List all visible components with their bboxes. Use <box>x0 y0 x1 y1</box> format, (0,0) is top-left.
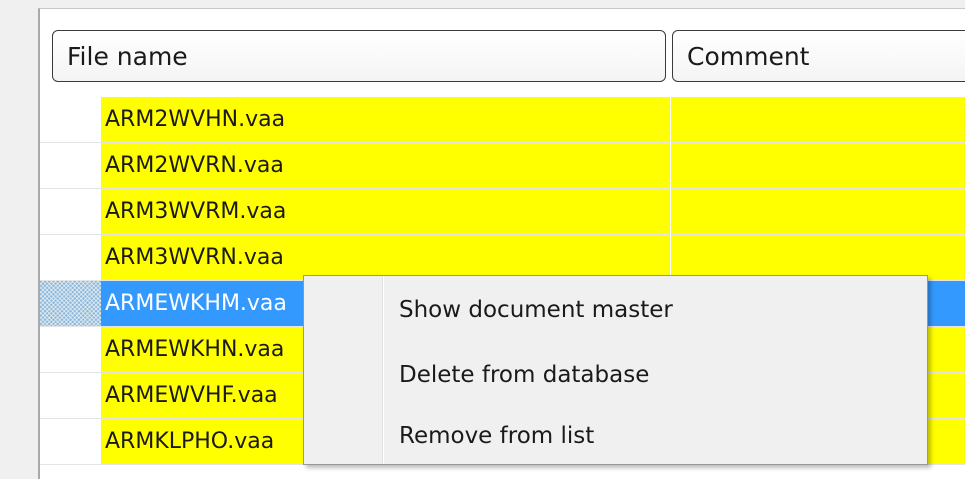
row-indicator[interactable] <box>40 97 101 142</box>
file-list-window: File name Comment ARM2WVHN.vaa ARM2WVRN.… <box>0 0 965 479</box>
column-header-file-name[interactable]: File name <box>52 30 666 82</box>
row-indicator-selected[interactable] <box>40 281 101 326</box>
table-row[interactable]: ARM3WVRM.vaa <box>40 189 965 235</box>
menu-item-delete-from-database[interactable]: Delete from database <box>399 346 649 404</box>
context-menu: Show document master Delete from databas… <box>303 275 928 465</box>
cell-file-name[interactable]: ARM3WVRN.vaa <box>101 235 670 280</box>
cell-file-name[interactable]: ARM3WVRM.vaa <box>101 189 670 234</box>
cell-comment[interactable] <box>671 189 965 234</box>
cell-comment[interactable] <box>671 143 965 188</box>
cell-file-name[interactable]: ARM2WVRN.vaa <box>101 143 670 188</box>
row-indicator[interactable] <box>40 189 101 234</box>
grid-header: File name Comment <box>40 9 965 97</box>
table-row[interactable]: ARM2WVRN.vaa <box>40 143 965 189</box>
column-header-comment-label: Comment <box>687 41 810 71</box>
cell-comment[interactable] <box>671 97 965 142</box>
menu-item-show-document-master[interactable]: Show document master <box>399 281 673 339</box>
row-indicator[interactable] <box>40 327 101 372</box>
column-header-file-name-label: File name <box>67 41 188 71</box>
row-indicator[interactable] <box>40 419 101 464</box>
column-header-comment[interactable]: Comment <box>672 30 965 82</box>
menu-item-remove-from-list[interactable]: Remove from list <box>399 407 594 465</box>
row-indicator[interactable] <box>40 235 101 280</box>
cell-comment[interactable] <box>671 235 965 280</box>
row-indicator[interactable] <box>40 373 101 418</box>
cell-file-name[interactable]: ARM2WVHN.vaa <box>101 97 670 142</box>
table-row[interactable]: ARM2WVHN.vaa <box>40 97 965 143</box>
context-menu-icon-gutter <box>304 276 383 464</box>
window-top-strip <box>0 0 965 8</box>
row-indicator[interactable] <box>40 143 101 188</box>
